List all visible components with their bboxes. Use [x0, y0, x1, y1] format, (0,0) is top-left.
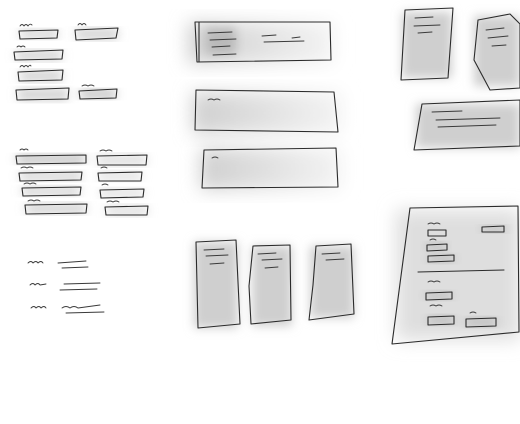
label-and-field-pairs [13, 23, 119, 101]
page-shading [396, 210, 520, 340]
label-squiggle [19, 64, 32, 68]
squiggle-label-rows [27, 260, 105, 314]
label-squiggle [27, 199, 41, 202]
label-squiggle [16, 45, 26, 48]
labelled-bar-list [15, 148, 149, 216]
wide-banner-panels [188, 21, 342, 190]
label-squiggle [29, 283, 47, 286]
label-squiggle [81, 84, 95, 87]
label-squiggle [99, 149, 113, 152]
label-squiggle [106, 200, 120, 203]
label-squiggle [30, 306, 47, 309]
sketch-drawing [13, 7, 520, 345]
label-squiggle [19, 23, 33, 27]
label-squiggle [77, 23, 87, 26]
label-squiggle [100, 166, 108, 169]
card-shading [402, 12, 520, 148]
label-squiggle [101, 183, 109, 186]
label-squiggle [20, 166, 34, 169]
card-shading [194, 242, 354, 328]
banner-shading [188, 22, 342, 190]
form-page [391, 205, 520, 345]
three-card-row [194, 239, 355, 329]
value-line [61, 304, 105, 314]
value-line [57, 260, 89, 269]
label-squiggle [27, 261, 44, 264]
label-squiggle [23, 182, 37, 185]
tilted-cards [400, 7, 520, 151]
sketch-canvas [0, 0, 520, 424]
label-squiggle [19, 148, 29, 151]
value-line [59, 282, 101, 291]
